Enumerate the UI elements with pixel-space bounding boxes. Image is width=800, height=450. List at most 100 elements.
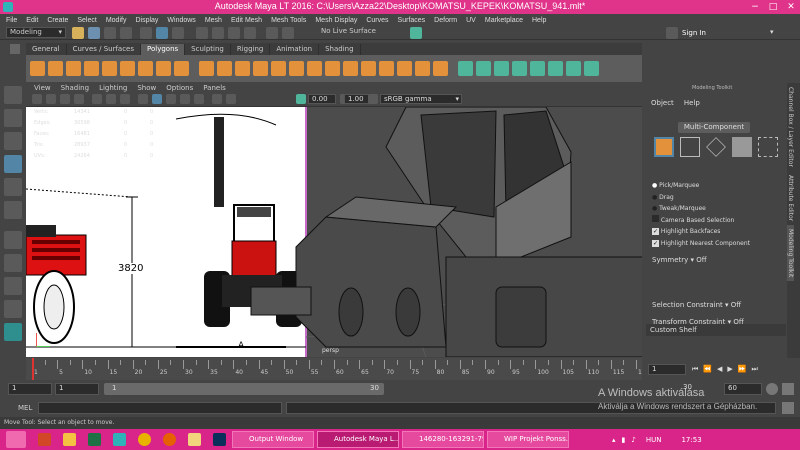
toolkit-menu-help[interactable]: Help (684, 99, 700, 107)
sign-in-link[interactable]: Sign In (682, 29, 706, 37)
isolate-icon[interactable] (226, 94, 236, 104)
taskbar-maya[interactable]: Autodesk Maya L... (317, 431, 399, 448)
menu-modify[interactable]: Modify (106, 17, 127, 24)
powerpoint-icon[interactable] (38, 433, 51, 446)
panel-menu-panels[interactable]: Panels (203, 84, 226, 92)
shelf-settings-icon[interactable] (10, 44, 20, 54)
poly-sphere-icon[interactable] (30, 61, 45, 76)
auto-map-icon[interactable] (494, 61, 509, 76)
history-icon[interactable] (266, 27, 278, 39)
merge-icon[interactable] (397, 61, 412, 76)
option-highlight-backfaces[interactable]: ✓ Highlight Backfaces (652, 226, 750, 238)
snap-surface-icon[interactable] (244, 27, 256, 39)
layout-icon[interactable] (4, 277, 22, 295)
sew-uv-icon[interactable] (548, 61, 563, 76)
exposure-icon[interactable] (296, 94, 306, 104)
bevel-icon[interactable] (343, 61, 358, 76)
snap-curve-icon[interactable] (212, 27, 224, 39)
exposure-field[interactable]: 0.00 (308, 94, 336, 104)
smooth-shade-icon[interactable] (152, 94, 162, 104)
menu-create[interactable]: Create (47, 17, 68, 24)
scale-tool-icon[interactable] (4, 201, 22, 219)
panel-menu-shading[interactable]: Shading (61, 84, 89, 92)
option-tweak-marquee[interactable]: ● Tweak/Marquee (652, 203, 750, 215)
select-component-icon[interactable] (172, 27, 184, 39)
uv-editor-icon[interactable] (458, 61, 473, 76)
textured-icon[interactable] (166, 94, 176, 104)
current-frame-field[interactable]: 1 (648, 363, 686, 375)
lasso-tool-icon[interactable] (4, 109, 22, 127)
symmetry-row[interactable]: Symmetry ▾ Off (652, 256, 780, 264)
shelf-tab-shading[interactable]: Shading (319, 44, 361, 55)
explorer-icon[interactable] (188, 433, 201, 446)
start-time-field[interactable]: 1 (8, 383, 52, 395)
unfold-icon[interactable] (512, 61, 527, 76)
film-gate-icon[interactable] (106, 94, 116, 104)
menu-uv[interactable]: UV (466, 17, 476, 24)
four-view-icon[interactable] (4, 254, 22, 272)
option-pick-marquee[interactable]: ● Pick/Marquee (652, 180, 750, 192)
minimize-button[interactable]: − (746, 0, 764, 14)
edge-mode-icon[interactable] (706, 137, 726, 157)
menu-file[interactable]: File (6, 17, 17, 24)
select-hierarchy-icon[interactable] (140, 27, 152, 39)
script-editor-icon[interactable] (782, 402, 794, 414)
shelf-tab-sculpting[interactable]: Sculpting (185, 44, 231, 55)
mode-dropdown[interactable]: Modeling ▾ (6, 27, 66, 38)
camera-attr-icon[interactable] (46, 94, 56, 104)
snap-point-icon[interactable] (228, 27, 240, 39)
excel-icon[interactable] (88, 433, 101, 446)
render-icon[interactable] (282, 27, 294, 39)
redo-icon[interactable] (120, 27, 132, 39)
auto-key-icon[interactable] (766, 383, 778, 395)
uv-mode-icon[interactable] (758, 137, 778, 157)
language-indicator[interactable]: HUN (646, 436, 662, 444)
vertex-mode-icon[interactable] (680, 137, 700, 157)
paint-select-icon[interactable] (4, 132, 22, 150)
menu-mesh[interactable]: Mesh (205, 17, 222, 24)
option-highlight-nearest[interactable]: ✓ Highlight Nearest Component (652, 238, 750, 250)
side-tab-channel-box[interactable]: Channel Box / Layer Editor (787, 83, 794, 171)
network-icon[interactable]: ▮ (622, 436, 626, 444)
lights-icon[interactable] (180, 94, 190, 104)
checker-icon[interactable] (584, 61, 599, 76)
smooth-icon[interactable] (253, 61, 268, 76)
move-tool-icon[interactable] (4, 155, 22, 173)
poly-cone-icon[interactable] (84, 61, 99, 76)
rotate-tool-icon[interactable] (4, 178, 22, 196)
bookmark-icon[interactable] (60, 94, 70, 104)
tray-up-arrow-icon[interactable]: ▴ (612, 436, 616, 444)
insert-edge-loop-icon[interactable] (433, 61, 448, 76)
snap-grid-icon[interactable] (196, 27, 208, 39)
bridge-edge-icon[interactable] (379, 61, 394, 76)
poly-disc-icon[interactable] (138, 61, 153, 76)
menu-marketplace[interactable]: Marketplace (485, 17, 523, 24)
menu-mesh-display[interactable]: Mesh Display (315, 17, 357, 24)
object-mode-icon[interactable] (654, 137, 674, 157)
menu-windows[interactable]: Windows (167, 17, 195, 24)
taskbar-image-viewer[interactable]: 146280-163291-79... (402, 431, 484, 448)
chrome-icon[interactable] (138, 433, 151, 446)
outliner-icon[interactable] (4, 300, 22, 318)
poly-cylinder-icon[interactable] (66, 61, 81, 76)
image-plane-icon[interactable] (74, 94, 84, 104)
bridge-icon[interactable] (325, 61, 340, 76)
color-management-icon[interactable] (368, 94, 378, 104)
menu-help[interactable]: Help (532, 17, 546, 24)
wireframe-icon[interactable] (138, 94, 148, 104)
multi-component-button[interactable]: Multi-Component (678, 122, 750, 133)
playback-start-field[interactable]: 1 (55, 383, 99, 395)
poly-prism-icon[interactable] (174, 61, 189, 76)
play-back-icon[interactable]: ◀ (717, 365, 722, 373)
step-forward-icon[interactable]: ⏩ (738, 365, 747, 373)
time-slider[interactable]: 1 5 10 15 20 25 30 35 40 45 50 55 60 65 70 75 80 85 90 95 10… (26, 358, 649, 380)
play-forward-icon[interactable]: ▶ (727, 365, 732, 373)
live-surface-field[interactable]: No Live Surface (318, 27, 400, 38)
extract-icon[interactable] (235, 61, 250, 76)
face-mode-icon[interactable] (732, 137, 752, 157)
save-icon[interactable] (88, 27, 100, 39)
file-explorer-icon[interactable] (63, 433, 76, 446)
planar-map-icon[interactable] (476, 61, 491, 76)
shelf-tab-animation[interactable]: Animation (270, 44, 320, 55)
poly-pipe-icon[interactable] (156, 61, 171, 76)
